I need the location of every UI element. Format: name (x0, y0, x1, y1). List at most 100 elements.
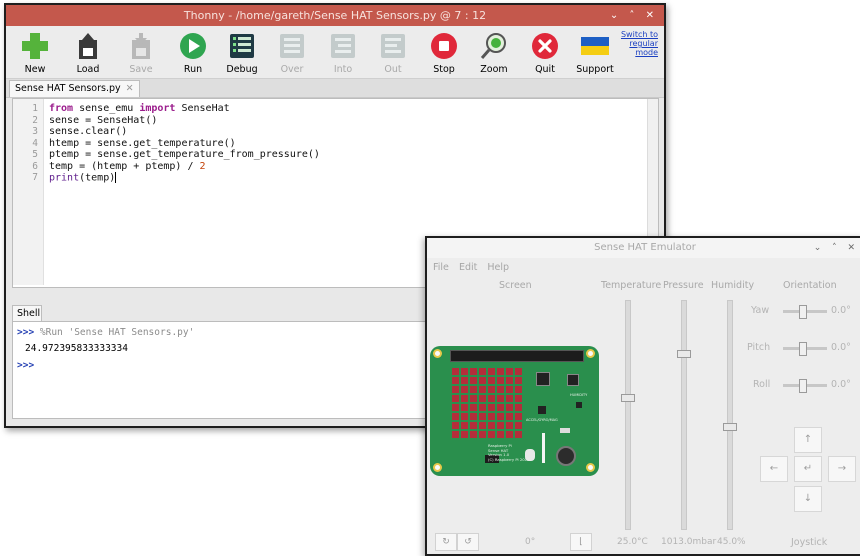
led-pixel (452, 377, 459, 384)
code-line[interactable]: print(temp) (49, 172, 117, 184)
joystick-enter-button[interactable]: ↵ (794, 456, 822, 482)
emulator-titlebar[interactable]: Sense HAT Emulator ⌄ ˄ ✕ (427, 238, 860, 258)
board-name: Raspberry Pi Sense HAT Version 1.0 (C) R… (488, 443, 529, 462)
code-token: sense_emu (73, 103, 140, 114)
code-token: import (139, 103, 176, 114)
led-pixel (506, 395, 513, 402)
editor-tab[interactable]: Sense HAT Sensors.py ✕ (9, 80, 140, 97)
line-number: 4 (32, 137, 38, 149)
close-tab-icon[interactable]: ✕ (126, 83, 134, 94)
joystick-left-button[interactable]: ← (760, 456, 788, 482)
load-button[interactable]: Load (63, 28, 113, 75)
thonny-titlebar[interactable]: Thonny - /home/gareth/Sense HAT Sensors.… (6, 5, 664, 26)
roll-slider-handle[interactable] (799, 379, 807, 393)
toolbar: New Load Save Run Debug Over Into Out St… (6, 26, 664, 78)
code-line[interactable]: ptemp = sense.get_temperature_from_press… (49, 149, 320, 160)
step-out-button[interactable]: Out (368, 28, 418, 75)
led-pixel (506, 404, 513, 411)
text-cursor (115, 172, 117, 183)
joystick-up-button[interactable]: ↑ (794, 427, 822, 453)
thonny-window-controls[interactable]: ⌄ ˄ ✕ (610, 5, 658, 26)
zoom-button[interactable]: Zoom (469, 28, 519, 75)
shell-output: 24.972395833333334 (25, 343, 128, 354)
joystick-label: Joystick (791, 537, 828, 548)
line-number: 3 (32, 126, 38, 137)
line-number: 1 (32, 103, 38, 114)
switch-mode-link[interactable]: Switch to regular mode (621, 30, 658, 57)
emulator-menubar: File Edit Help (433, 262, 516, 273)
code-line[interactable]: htemp = sense.get_temperature() (49, 138, 236, 149)
joystick-right-button[interactable]: → (828, 456, 856, 482)
pressure-slider-handle[interactable] (677, 350, 691, 359)
yaw-slider-handle[interactable] (799, 305, 807, 319)
led-pixel (470, 404, 477, 411)
code-token: 2 (199, 160, 206, 172)
rotate-counterclockwise-button[interactable]: ↺ (457, 533, 479, 551)
joystick-knob[interactable] (556, 446, 576, 466)
rotate-clockwise-button[interactable]: ↻ (435, 533, 457, 551)
temperature-header: Temperature (601, 280, 662, 291)
led-pixel (452, 368, 459, 375)
shell-run-line: >>> %Run 'Sense HAT Sensors.py' (17, 327, 194, 338)
led-pixel (497, 404, 504, 411)
debug-label: Debug (226, 64, 258, 75)
corner-button[interactable]: ⌊ (570, 533, 592, 551)
screen-header: Screen (499, 280, 532, 291)
roll-label: Roll (753, 379, 771, 390)
code-line[interactable]: sense.clear() (49, 126, 127, 137)
run-button[interactable]: Run (168, 28, 218, 75)
led-pixel (497, 422, 504, 429)
pressure-chip (560, 428, 570, 433)
save-button[interactable]: Save (116, 28, 166, 75)
humidity-slider-handle[interactable] (723, 423, 737, 432)
load-label: Load (76, 64, 100, 75)
led-pixel (461, 377, 468, 384)
pitch-slider-handle[interactable] (799, 342, 807, 356)
led-pixel (488, 404, 495, 411)
step-into-button[interactable]: Into (318, 28, 368, 75)
step-over-button[interactable]: Over (267, 28, 317, 75)
temperature-slider[interactable] (621, 300, 635, 530)
humidity-slider[interactable] (723, 300, 737, 530)
stop-button[interactable]: Stop (419, 28, 469, 75)
step-into-icon (329, 32, 357, 60)
support-button[interactable]: Support (570, 28, 620, 75)
led-pixel (488, 413, 495, 420)
stop-icon (430, 32, 458, 60)
led-pixel (461, 413, 468, 420)
sensor-chip (536, 372, 550, 386)
code-token: sense = SenseHat() (49, 114, 158, 126)
menu-edit[interactable]: Edit (459, 262, 477, 273)
humidity-chip (576, 402, 582, 408)
temperature-slider-handle[interactable] (621, 393, 635, 402)
code-line[interactable]: temp = (htemp + ptemp) / 2 (49, 161, 206, 172)
new-button[interactable]: New (10, 28, 60, 75)
editor-tab-row: Sense HAT Sensors.py ✕ (6, 78, 664, 98)
accel-chip (538, 406, 546, 414)
menu-help[interactable]: Help (487, 262, 509, 273)
mount-hole (586, 463, 595, 472)
led-pixel (515, 395, 522, 402)
code-line[interactable]: from sense_emu import SenseHat (49, 103, 230, 114)
rotation-value: 0° (525, 537, 536, 547)
joystick-down-button[interactable]: ↓ (794, 486, 822, 512)
shell-prompt: >>> (17, 327, 35, 338)
led-pixel (452, 395, 459, 402)
zoom-icon (480, 32, 508, 60)
led-pixel (515, 386, 522, 393)
emulator-title: Sense HAT Emulator (594, 242, 696, 253)
quit-button[interactable]: Quit (520, 28, 570, 75)
menu-file[interactable]: File (433, 262, 449, 273)
led-pixel (515, 368, 522, 375)
new-file-icon (21, 32, 49, 60)
emulator-window-controls[interactable]: ⌄ ˄ ✕ (814, 238, 859, 258)
line-number-gutter: 1234567 (13, 99, 44, 285)
debug-button[interactable]: Debug (217, 28, 267, 75)
code-line[interactable]: sense = SenseHat() (49, 115, 157, 126)
temperature-value: 25.0°C (617, 537, 648, 547)
led-matrix[interactable] (452, 368, 524, 440)
accel-label: ACCEL/GYRO/MAG (526, 418, 558, 422)
line-number: 7 (32, 172, 38, 183)
pressure-slider[interactable] (677, 300, 691, 530)
led-pixel (452, 413, 459, 420)
